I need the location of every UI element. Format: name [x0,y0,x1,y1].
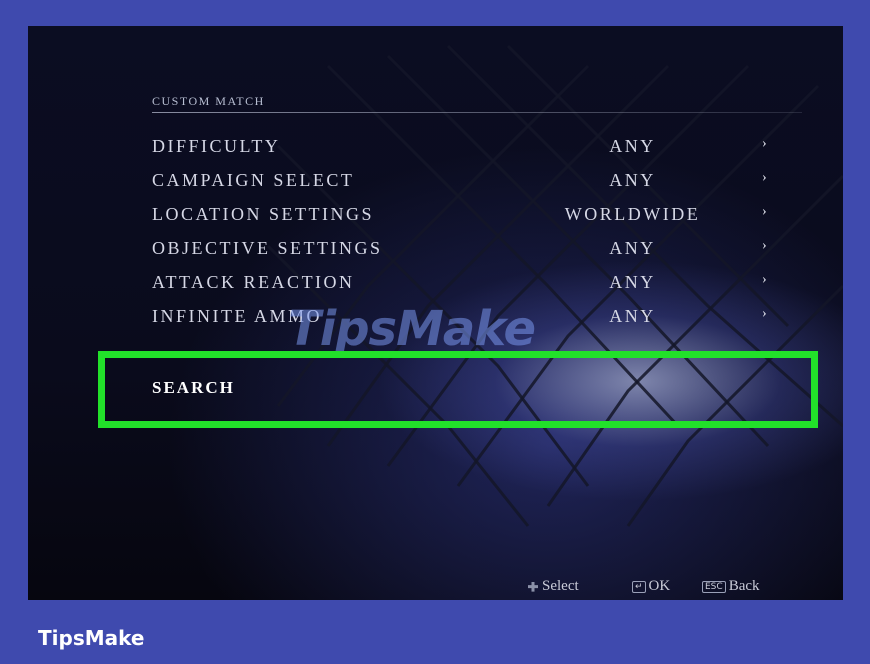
menu-row-objective-settings[interactable]: OBJECTIVE SETTINGS ANY › [152,236,802,262]
search-highlight-box [98,351,818,428]
hint-ok: ↵ OK [632,578,670,595]
menu-divider [152,112,802,113]
watermark-logo: TipsMake [288,301,536,357]
row-value: ANY [609,238,656,258]
row-value: WORLDWIDE [564,204,701,224]
chevron-right-icon[interactable]: › [762,170,769,186]
row-label: CAMPAIGN SELECT [152,170,355,190]
esc-key-icon: ESC [702,580,726,593]
menu-row-attack-reaction[interactable]: ATTACK REACTION ANY › [152,270,802,296]
hint-select: Select [528,578,579,595]
row-label: LOCATION SETTINGS [152,204,374,224]
row-label: ATTACK REACTION [152,272,355,292]
row-value: ANY [609,306,656,326]
chevron-right-icon[interactable]: › [762,136,769,152]
row-value: ANY [609,272,656,292]
hint-back: ESC Back [702,578,760,595]
control-hints: Select ↵ OK ESC Back [28,572,843,600]
game-screen: CUSTOM MATCH DIFFICULTY ANY › CAMPAIGN S… [28,26,843,600]
brand-logo: TipsMake [38,626,145,650]
row-value: ANY [609,136,656,156]
menu-row-campaign-select[interactable]: CAMPAIGN SELECT ANY › [152,168,802,194]
row-label: DIFFICULTY [152,136,281,156]
enter-key-icon: ↵ [632,580,646,593]
chevron-right-icon[interactable]: › [762,238,769,254]
row-label: OBJECTIVE SETTINGS [152,238,383,258]
chevron-right-icon[interactable]: › [762,306,769,322]
chevron-right-icon[interactable]: › [762,204,769,220]
dpad-icon [528,581,538,592]
menu-title: CUSTOM MATCH [152,94,265,108]
row-value: ANY [609,170,656,190]
menu-row-difficulty[interactable]: DIFFICULTY ANY › [152,134,802,160]
menu-row-location-settings[interactable]: LOCATION SETTINGS WORLDWIDE › [152,202,802,228]
chevron-right-icon[interactable]: › [762,272,769,288]
